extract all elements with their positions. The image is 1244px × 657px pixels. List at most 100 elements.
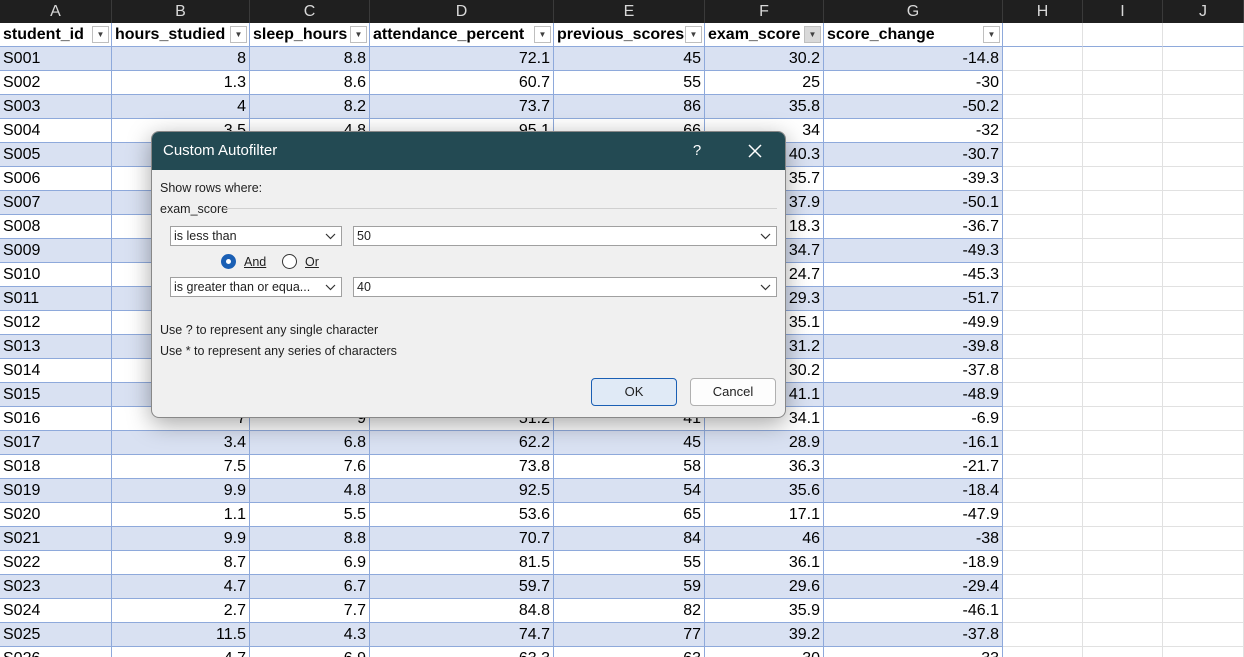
empty-cell[interactable] xyxy=(1083,215,1163,239)
table-cell[interactable]: S001 xyxy=(0,47,112,71)
table-cell[interactable]: 74.7 xyxy=(370,623,554,647)
empty-cell[interactable] xyxy=(1163,239,1244,263)
table-cell[interactable]: 7.7 xyxy=(250,599,370,623)
table-cell[interactable]: 4.7 xyxy=(112,575,250,599)
table-cell[interactable]: S012 xyxy=(0,311,112,335)
table-cell[interactable]: 46 xyxy=(705,527,824,551)
table-cell[interactable]: 86 xyxy=(554,95,705,119)
empty-cell[interactable] xyxy=(1003,287,1083,311)
empty-cell[interactable] xyxy=(1163,23,1244,47)
table-cell[interactable]: S008 xyxy=(0,215,112,239)
table-cell[interactable]: 59 xyxy=(554,575,705,599)
column-header-i[interactable]: I xyxy=(1083,0,1163,23)
empty-cell[interactable] xyxy=(1003,431,1083,455)
empty-cell[interactable] xyxy=(1083,239,1163,263)
table-cell[interactable]: 45 xyxy=(554,47,705,71)
filter-dropdown-icon[interactable]: ▼ xyxy=(983,26,1000,43)
column-header-f[interactable]: F xyxy=(705,0,824,23)
table-cell[interactable]: 1.1 xyxy=(112,503,250,527)
table-cell[interactable]: 72.1 xyxy=(370,47,554,71)
column-header-j[interactable]: J xyxy=(1163,0,1244,23)
table-cell[interactable]: 53.6 xyxy=(370,503,554,527)
empty-cell[interactable] xyxy=(1083,383,1163,407)
table-cell[interactable]: S017 xyxy=(0,431,112,455)
empty-cell[interactable] xyxy=(1003,239,1083,263)
table-cell[interactable]: 36.1 xyxy=(705,551,824,575)
table-cell[interactable]: S007 xyxy=(0,191,112,215)
condition1-value-input[interactable]: 50 xyxy=(353,226,777,246)
empty-cell[interactable] xyxy=(1163,47,1244,71)
table-cell[interactable]: S023 xyxy=(0,575,112,599)
empty-cell[interactable] xyxy=(1083,599,1163,623)
table-cell[interactable]: S021 xyxy=(0,527,112,551)
empty-cell[interactable] xyxy=(1083,47,1163,71)
or-radio[interactable] xyxy=(282,254,297,269)
empty-cell[interactable] xyxy=(1083,335,1163,359)
table-cell[interactable]: 25 xyxy=(705,71,824,95)
table-cell[interactable]: S005 xyxy=(0,143,112,167)
table-cell[interactable]: 3.4 xyxy=(112,431,250,455)
table-cell[interactable]: -29.4 xyxy=(824,575,1003,599)
table-cell[interactable]: -30.7 xyxy=(824,143,1003,167)
table-cell[interactable]: 73.7 xyxy=(370,95,554,119)
empty-cell[interactable] xyxy=(1003,95,1083,119)
empty-cell[interactable] xyxy=(1163,599,1244,623)
table-cell[interactable]: S025 xyxy=(0,623,112,647)
table-cell[interactable]: S020 xyxy=(0,503,112,527)
table-cell[interactable]: 54 xyxy=(554,479,705,503)
empty-cell[interactable] xyxy=(1003,191,1083,215)
table-cell[interactable]: -49.3 xyxy=(824,239,1003,263)
table-cell[interactable]: 55 xyxy=(554,551,705,575)
empty-cell[interactable] xyxy=(1003,263,1083,287)
help-button[interactable]: ? xyxy=(683,137,711,165)
empty-cell[interactable] xyxy=(1083,575,1163,599)
table-cell[interactable]: S013 xyxy=(0,335,112,359)
empty-cell[interactable] xyxy=(1083,431,1163,455)
table-cell[interactable]: -45.3 xyxy=(824,263,1003,287)
column-header-g[interactable]: G xyxy=(824,0,1003,23)
table-cell[interactable]: S014 xyxy=(0,359,112,383)
header-cell-exam-score[interactable]: exam_score ▼ xyxy=(705,23,824,47)
table-cell[interactable]: 8.8 xyxy=(250,47,370,71)
empty-cell[interactable] xyxy=(1163,647,1244,657)
empty-cell[interactable] xyxy=(1163,95,1244,119)
table-cell[interactable]: 35.8 xyxy=(705,95,824,119)
table-cell[interactable]: S016 xyxy=(0,407,112,431)
table-cell[interactable]: S026 xyxy=(0,647,112,657)
empty-cell[interactable] xyxy=(1163,623,1244,647)
empty-cell[interactable] xyxy=(1003,143,1083,167)
empty-cell[interactable] xyxy=(1003,47,1083,71)
table-cell[interactable]: 2.7 xyxy=(112,599,250,623)
empty-cell[interactable] xyxy=(1003,623,1083,647)
header-cell-attendance-percent[interactable]: attendance_percent ▼ xyxy=(370,23,554,47)
empty-cell[interactable] xyxy=(1083,191,1163,215)
empty-cell[interactable] xyxy=(1083,311,1163,335)
table-cell[interactable]: -50.1 xyxy=(824,191,1003,215)
table-cell[interactable]: 92.5 xyxy=(370,479,554,503)
header-cell-student-id[interactable]: student_id ▼ xyxy=(0,23,112,47)
table-cell[interactable]: 8.7 xyxy=(112,551,250,575)
empty-cell[interactable] xyxy=(1163,143,1244,167)
empty-cell[interactable] xyxy=(1163,335,1244,359)
table-cell[interactable]: 6.9 xyxy=(250,647,370,657)
table-cell[interactable]: 8.2 xyxy=(250,95,370,119)
empty-cell[interactable] xyxy=(1003,23,1083,47)
empty-cell[interactable] xyxy=(1083,287,1163,311)
empty-cell[interactable] xyxy=(1163,215,1244,239)
empty-cell[interactable] xyxy=(1163,551,1244,575)
column-header-c[interactable]: C xyxy=(250,0,370,23)
table-cell[interactable]: 9.9 xyxy=(112,479,250,503)
table-cell[interactable]: -47.9 xyxy=(824,503,1003,527)
condition1-operator-select[interactable]: is less than xyxy=(170,226,342,246)
empty-cell[interactable] xyxy=(1163,455,1244,479)
table-cell[interactable]: -37.8 xyxy=(824,359,1003,383)
table-cell[interactable]: -36.7 xyxy=(824,215,1003,239)
empty-cell[interactable] xyxy=(1083,23,1163,47)
table-cell[interactable]: 30.2 xyxy=(705,47,824,71)
empty-cell[interactable] xyxy=(1083,647,1163,657)
table-cell[interactable]: 35.6 xyxy=(705,479,824,503)
empty-cell[interactable] xyxy=(1003,335,1083,359)
empty-cell[interactable] xyxy=(1003,647,1083,657)
empty-cell[interactable] xyxy=(1003,599,1083,623)
table-cell[interactable]: 4.7 xyxy=(112,647,250,657)
